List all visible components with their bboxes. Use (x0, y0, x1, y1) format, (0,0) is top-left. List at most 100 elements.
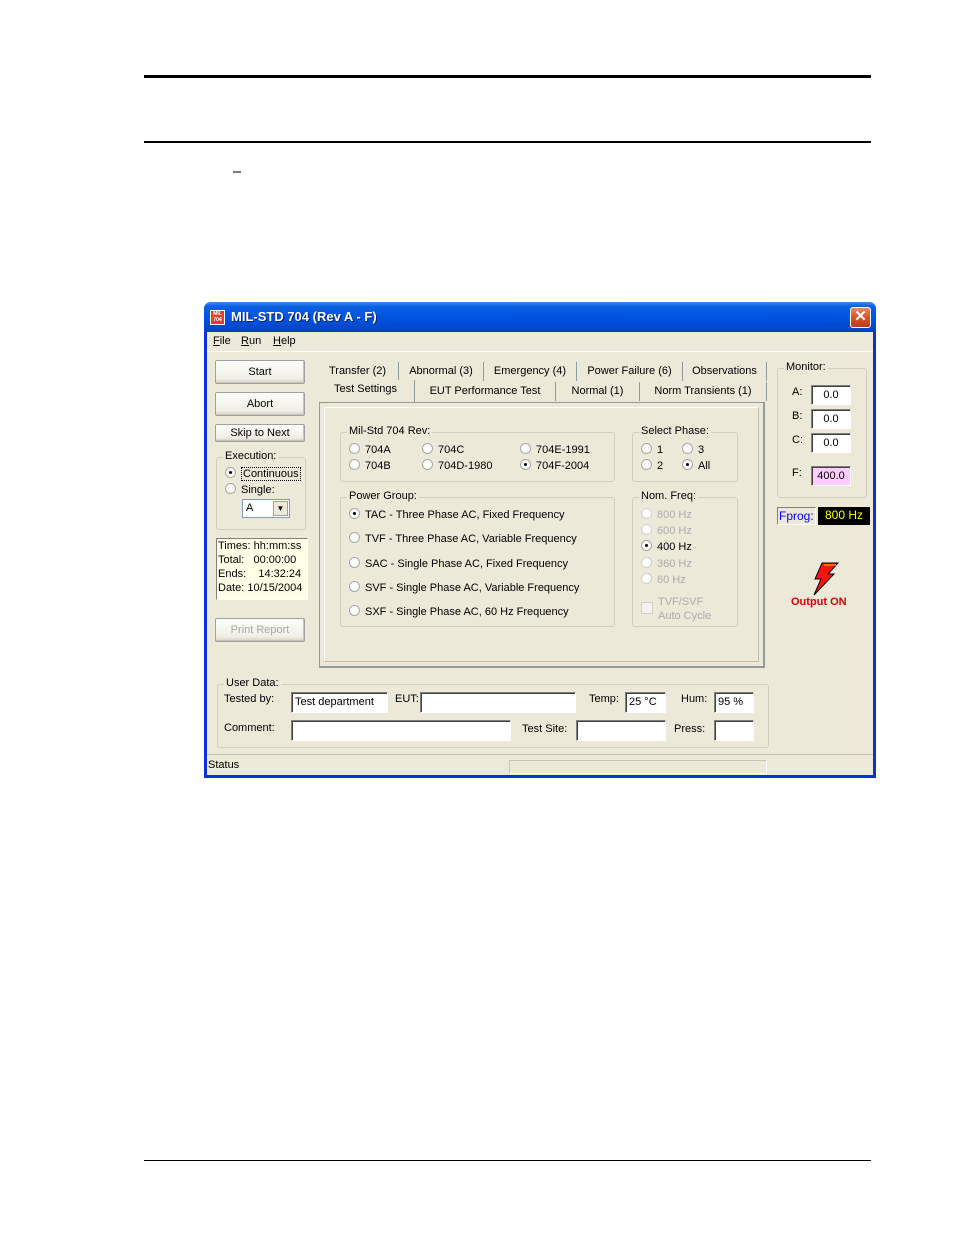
fprog-value: 800 Hz (818, 507, 870, 525)
lightning-icon (813, 562, 840, 596)
radio-power-sxf[interactable]: SXF - Single Phase AC, 60 Hz Frequency (349, 605, 569, 618)
window-title: MIL-STD 704 (Rev A - F) (231, 309, 377, 324)
radio-dot (349, 532, 360, 543)
radio-dot (349, 557, 360, 568)
tab-abnormal[interactable]: Abnormal (3) (399, 362, 484, 381)
temp-input[interactable]: 25 °C (625, 692, 666, 713)
tab-observations[interactable]: Observations (683, 362, 767, 381)
radio-dot (349, 443, 360, 454)
press-label: Press: (674, 723, 706, 735)
radio-freq-360[interactable]: 360 Hz (641, 557, 692, 570)
radio-single[interactable]: Single: (225, 483, 275, 496)
radio-continuous[interactable]: Continuous (225, 467, 301, 481)
print-report-button[interactable]: Print Report (215, 618, 305, 642)
monitor-f-value: 400.0 (811, 466, 851, 486)
radio-phase-3[interactable]: 3 (682, 443, 704, 456)
radio-rev-704e[interactable]: 704E-1991 (520, 443, 590, 456)
radio-power-svf[interactable]: SVF - Single Phase AC, Variable Frequenc… (349, 581, 579, 594)
radio-dot (641, 524, 652, 535)
comment-input[interactable] (291, 720, 511, 741)
tab-test-settings[interactable]: Test Settings (317, 380, 415, 402)
app-icon[interactable]: MIL 704 (210, 310, 225, 325)
temp-label: Temp: (589, 693, 619, 705)
tab-power-failure[interactable]: Power Failure (6) (577, 362, 683, 381)
auto-cycle-checkbox[interactable] (641, 602, 653, 614)
menu-bar: File Run Help (207, 332, 873, 352)
menu-help[interactable]: Help (273, 335, 296, 347)
status-text: Status (208, 759, 240, 771)
monitor-label: Monitor: (784, 361, 828, 373)
radio-dot (641, 508, 652, 519)
test-site-label: Test Site: (522, 723, 568, 735)
header-rule-top (144, 75, 871, 78)
press-input[interactable] (714, 720, 754, 741)
auto-cycle-label-2: Auto Cycle (658, 610, 712, 622)
radio-dot (682, 459, 693, 470)
monitor-f-label: F: (792, 467, 802, 479)
test-site-input[interactable] (576, 720, 666, 741)
radio-rev-704f[interactable]: 704F-2004 (520, 459, 589, 472)
radio-dot (682, 443, 693, 454)
phase-group: Select Phase: (632, 425, 738, 482)
footer-rule (144, 1160, 871, 1161)
fprog-label: Fprog: (777, 507, 816, 525)
radio-dot (641, 557, 652, 568)
output-status: Output ON (791, 596, 847, 608)
radio-dot (225, 483, 236, 494)
status-bar: Status (207, 754, 873, 776)
menu-run[interactable]: Run (241, 335, 261, 347)
radio-dot (641, 540, 652, 551)
close-icon: ✕ (854, 308, 867, 325)
radio-freq-60[interactable]: 60 Hz (641, 573, 686, 586)
radio-dot (520, 443, 531, 454)
execution-label: Execution: (223, 450, 279, 462)
tab-eut-performance[interactable]: EUT Performance Test (415, 382, 556, 401)
radio-phase-2[interactable]: 2 (641, 459, 663, 472)
start-button[interactable]: Start (215, 360, 305, 384)
radio-phase-all[interactable]: All (682, 459, 710, 472)
eut-input[interactable] (420, 692, 576, 713)
radio-rev-704d[interactable]: 704D-1980 (422, 459, 492, 472)
hum-label: Hum: (681, 693, 708, 705)
radio-dot (225, 467, 236, 478)
radio-phase-1[interactable]: 1 (641, 443, 663, 456)
tab-norm-transients[interactable]: Norm Transients (1) (640, 382, 767, 401)
power-group-label: Power Group: (347, 490, 419, 502)
radio-dot (641, 459, 652, 470)
radio-freq-400[interactable]: 400 Hz (641, 540, 692, 553)
rev-group: Mil-Std 704 Rev: (340, 425, 615, 482)
radio-power-sac[interactable]: SAC - Single Phase AC, Fixed Frequency (349, 557, 568, 570)
menu-separator (207, 351, 873, 352)
radio-dot (422, 443, 433, 454)
times-total: Total: 00:00:00 (218, 554, 297, 566)
radio-freq-800[interactable]: 800 Hz (641, 508, 692, 521)
radio-dot (349, 508, 360, 519)
skip-to-next-button[interactable]: Skip to Next (215, 424, 305, 442)
menu-file[interactable]: File (213, 335, 231, 347)
user-data-label: User Data: (224, 677, 281, 689)
monitor-c-label: C: (792, 434, 803, 446)
radio-rev-704c[interactable]: 704C (422, 443, 464, 456)
monitor-a-label: A: (792, 386, 803, 398)
tested-by-input[interactable]: Test department (291, 692, 388, 713)
chevron-down-icon[interactable]: ▼ (273, 501, 288, 516)
radio-power-tac[interactable]: TAC - Three Phase AC, Fixed Frequency (349, 508, 565, 521)
tab-transfer[interactable]: Transfer (2) (317, 362, 399, 381)
bullet-dash (233, 171, 241, 173)
radio-power-tvf[interactable]: TVF - Three Phase AC, Variable Frequency (349, 532, 577, 545)
radio-freq-600[interactable]: 600 Hz (641, 524, 692, 537)
nom-freq-label: Nom. Freq: (639, 490, 699, 502)
hum-input[interactable]: 95 % (714, 692, 754, 713)
tab-emergency[interactable]: Emergency (4) (484, 362, 577, 381)
auto-cycle-label-1: TVF/SVF (658, 596, 704, 608)
title-bar[interactable]: MIL 704 MIL-STD 704 (Rev A - F) ✕ (204, 302, 876, 332)
radio-rev-704b[interactable]: 704B (349, 459, 391, 472)
abort-button[interactable]: Abort (215, 392, 305, 416)
close-button[interactable]: ✕ (850, 307, 871, 328)
radio-rev-704a[interactable]: 704A (349, 443, 391, 456)
monitor-a-value: 0.0 (811, 385, 851, 405)
comment-label: Comment: (224, 722, 275, 734)
single-phase-select[interactable]: A ▼ (242, 499, 290, 518)
tab-normal[interactable]: Normal (1) (556, 382, 640, 401)
status-pane (509, 760, 767, 774)
